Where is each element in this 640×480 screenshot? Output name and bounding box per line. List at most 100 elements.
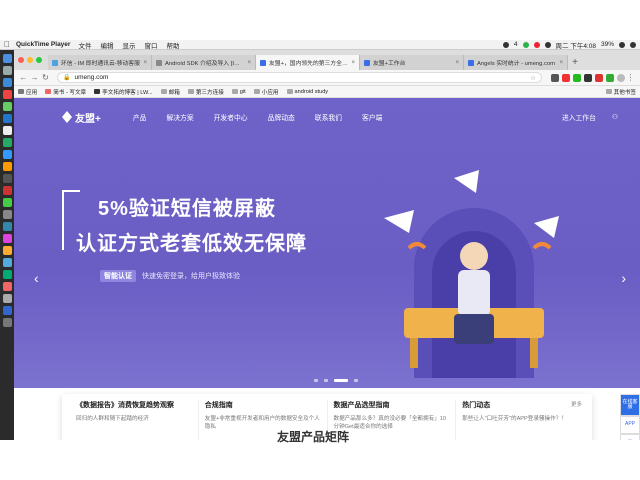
- tab-label: Android SDK 介绍及导入 [IM开: [165, 61, 245, 67]
- minimize-window-icon[interactable]: [27, 57, 33, 63]
- zoom-window-icon[interactable]: [36, 57, 42, 63]
- site-logo[interactable]: 友盟+: [62, 110, 101, 125]
- extension-icon[interactable]: [584, 73, 592, 82]
- url-input[interactable]: 🔒 umeng.com ☆: [57, 72, 542, 83]
- tab-easemob[interactable]: 环信 - IM 即时通讯云-移动客服 ×: [48, 55, 152, 70]
- search-icon[interactable]: [619, 41, 625, 48]
- menu-view[interactable]: 显示: [122, 40, 135, 50]
- close-tab-icon[interactable]: ×: [559, 60, 563, 66]
- datetime[interactable]: 周二 下午4:08: [556, 40, 596, 50]
- profile-avatar[interactable]: [617, 73, 625, 82]
- bookmark-other[interactable]: 其他书签: [605, 88, 636, 96]
- carousel-dot-active[interactable]: [334, 379, 348, 382]
- nav-contact[interactable]: 联系我们: [315, 112, 342, 122]
- extension-icon[interactable]: [606, 73, 614, 82]
- close-tab-icon[interactable]: ×: [455, 60, 459, 66]
- app-icon[interactable]: [2, 150, 12, 159]
- launchpad-icon[interactable]: [2, 66, 12, 75]
- close-tab-icon[interactable]: ×: [247, 60, 251, 66]
- trash-icon[interactable]: [2, 318, 12, 327]
- app-icon[interactable]: [2, 294, 12, 303]
- back-icon[interactable]: ←: [18, 73, 29, 82]
- more-link[interactable]: 更多: [571, 400, 582, 408]
- tray-icon[interactable]: [502, 41, 509, 48]
- app-icon[interactable]: [2, 126, 12, 135]
- workbench-link[interactable]: 进入工作台: [562, 112, 596, 122]
- bookmarks-bar: 应用 简书 - 写文章 李文拓的博客 | LW... 邮箱 第三方连接 git …: [14, 86, 640, 98]
- tab-android-sdk[interactable]: Android SDK 介绍及导入 [IM开 ×: [152, 55, 256, 70]
- more-menu-icon[interactable]: ⋮: [625, 73, 636, 82]
- carousel-next-icon[interactable]: ›: [621, 270, 626, 286]
- carousel-prev-icon[interactable]: ‹: [34, 270, 39, 286]
- new-tab-button[interactable]: +: [568, 56, 582, 70]
- carousel-dot[interactable]: [314, 379, 318, 382]
- extension-icon[interactable]: [573, 73, 581, 82]
- nav-products[interactable]: 产品: [133, 112, 147, 122]
- app-icon[interactable]: [2, 198, 12, 207]
- safari-icon[interactable]: [2, 78, 12, 87]
- carousel-dot[interactable]: [354, 379, 358, 382]
- menu-edit[interactable]: 编辑: [100, 40, 113, 50]
- bookmark-third-party[interactable]: 第三方连接: [187, 88, 224, 96]
- wechat-icon[interactable]: [2, 138, 12, 147]
- bookmark-mini-apps[interactable]: 小应用: [253, 88, 279, 96]
- menu-list-icon[interactable]: [630, 41, 636, 48]
- close-tab-icon[interactable]: ×: [351, 60, 355, 66]
- app-icon[interactable]: [2, 306, 12, 315]
- app-name[interactable]: QuickTime Player: [16, 41, 70, 48]
- extension-icon[interactable]: [595, 73, 603, 82]
- tab-umeng-home[interactable]: 友盟+，国内领先的第三方全域数 ×: [256, 55, 360, 70]
- app-icon[interactable]: [2, 222, 12, 231]
- bookmark-jianshu[interactable]: 简书 - 写文章: [45, 88, 86, 96]
- nav-brand-news[interactable]: 品牌动态: [268, 112, 295, 122]
- online-service-button[interactable]: 在线客服: [620, 394, 640, 416]
- carousel-dot[interactable]: [324, 379, 328, 382]
- app-icon[interactable]: [2, 174, 12, 183]
- extension-icon[interactable]: [551, 73, 559, 82]
- extension-icon[interactable]: [562, 73, 570, 82]
- wifi-icon[interactable]: [544, 41, 551, 48]
- user-icon[interactable]: ⚇: [612, 113, 618, 121]
- app-icon[interactable]: [2, 282, 12, 291]
- app-icon[interactable]: [2, 270, 12, 279]
- top-letterbox: [0, 0, 640, 40]
- battery-label[interactable]: 39%: [601, 41, 614, 48]
- nav-client[interactable]: 客户端: [362, 112, 382, 122]
- app-icon[interactable]: [2, 162, 12, 171]
- forward-icon[interactable]: →: [29, 73, 40, 82]
- app-icon[interactable]: [2, 246, 12, 255]
- bookmark-android-study[interactable]: android study: [286, 89, 328, 95]
- bookmark-label: 第三方连接: [195, 89, 224, 96]
- hero-badge[interactable]: 智能认证: [100, 270, 136, 282]
- wechat-tray-icon[interactable]: [522, 41, 529, 48]
- record-tray-icon[interactable]: [533, 41, 540, 48]
- menu-file[interactable]: 文件: [78, 40, 91, 50]
- nav-solutions[interactable]: 解决方案: [166, 112, 193, 122]
- close-tab-icon[interactable]: ×: [143, 60, 147, 66]
- app-icon[interactable]: [2, 234, 12, 243]
- finder-icon[interactable]: [2, 54, 12, 63]
- window-controls: [18, 57, 42, 63]
- app-icon[interactable]: [2, 102, 12, 111]
- app-icon[interactable]: [2, 186, 12, 195]
- bookmark-blog[interactable]: 李文拓的博客 | LW...: [94, 88, 153, 96]
- menu-window[interactable]: 窗口: [144, 40, 157, 50]
- nav-developer[interactable]: 开发者中心: [214, 112, 248, 122]
- menu-help[interactable]: 帮助: [166, 40, 179, 50]
- apple-icon[interactable]: : [4, 40, 10, 49]
- lock-icon[interactable]: 🔒: [63, 74, 70, 81]
- app-icon[interactable]: [2, 258, 12, 267]
- reload-icon[interactable]: ↻: [40, 73, 51, 82]
- app-icon[interactable]: [2, 210, 12, 219]
- bookmark-mail[interactable]: 邮箱: [160, 88, 180, 96]
- chrome-icon[interactable]: [2, 90, 12, 99]
- bookmark-git[interactable]: git: [231, 89, 246, 95]
- app-icon[interactable]: [2, 114, 12, 123]
- bookmark-star-icon[interactable]: ☆: [530, 74, 536, 82]
- close-window-icon[interactable]: [18, 57, 24, 63]
- section-title: 友盟产品矩阵: [276, 430, 349, 444]
- tab-umeng-angels[interactable]: Angels 实时统计 - umeng.com ×: [464, 55, 568, 70]
- tab-umeng-workbench[interactable]: 友盟+工作台 ×: [360, 55, 464, 70]
- nav-right: 进入工作台 ⚇: [562, 112, 618, 122]
- bookmark-apps[interactable]: 应用: [18, 88, 37, 96]
